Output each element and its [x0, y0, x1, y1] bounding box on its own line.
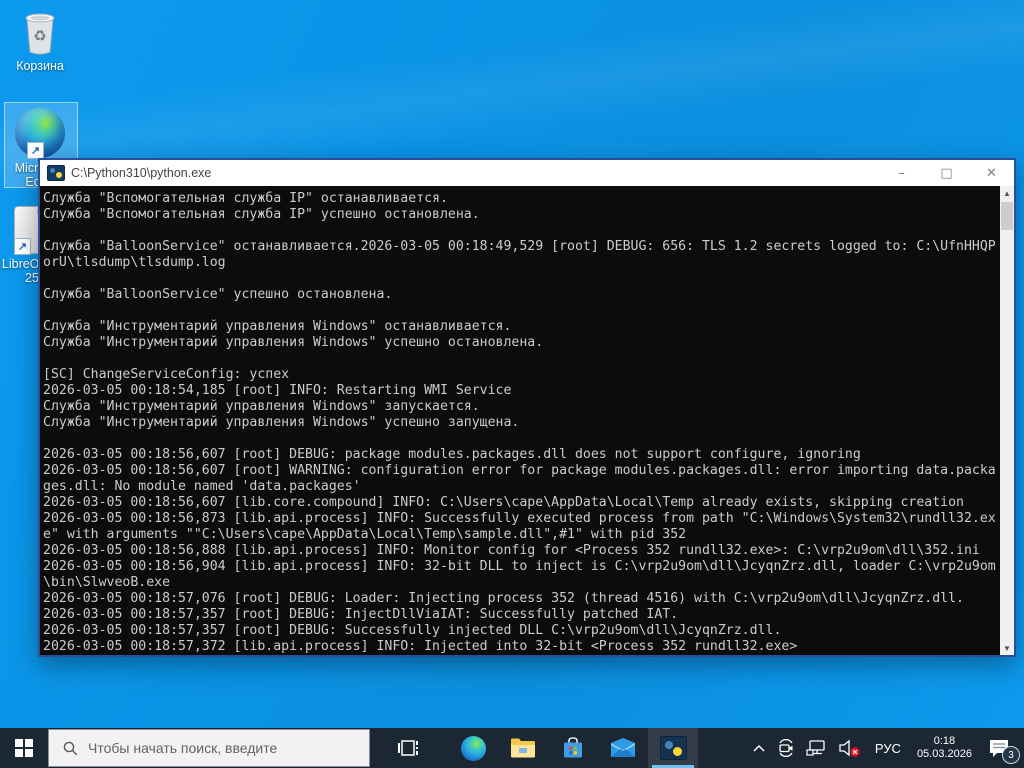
windows-logo-icon: [15, 739, 33, 757]
taskbar-edge-button[interactable]: [448, 728, 498, 768]
minimize-button[interactable]: –: [879, 160, 924, 186]
console-line: Служба "BalloonService" успешно остановл…: [43, 287, 393, 302]
console-line: Служба "BalloonService" останавливается.…: [43, 239, 996, 254]
console-line: [SC] ChangeServiceConfig: успех: [43, 367, 290, 382]
task-view-button[interactable]: [384, 728, 434, 768]
task-view-icon: [398, 740, 418, 756]
taskbar-search-input[interactable]: Чтобы начать поиск, введите: [48, 729, 370, 767]
python-console-icon: [659, 736, 687, 760]
search-icon: [63, 741, 78, 755]
taskbar-mail-button[interactable]: [598, 728, 648, 768]
taskbar-python-console-button[interactable]: [648, 728, 698, 768]
taskbar-file-explorer-button[interactable]: [498, 728, 548, 768]
console-line: 2026-03-05 00:18:57,372 [lib.api.process…: [43, 639, 798, 654]
console-line: e" with arguments ""C:\Users\cape\AppDat…: [43, 527, 687, 542]
console-line: 2026-03-05 00:18:56,607 [root] DEBUG: pa…: [43, 447, 861, 462]
console-line: ges.dll: No module named 'data.packages': [43, 479, 361, 494]
shortcut-arrow-icon: ↗: [14, 238, 31, 255]
network-ethernet-icon: [806, 740, 825, 756]
console-line: \bin\SlwveoB.exe: [43, 575, 171, 590]
taskbar-store-button[interactable]: [548, 728, 598, 768]
python-console-icon: [47, 165, 65, 181]
desktop-icon-recycle-bin[interactable]: ♻ Корзина: [2, 8, 78, 73]
tray-show-hidden-icons-button[interactable]: [747, 728, 771, 768]
window-title: C:\Python310\python.exe: [71, 166, 212, 180]
tray-volume-button[interactable]: [833, 728, 867, 768]
recycle-bin-icon: ♻: [25, 13, 55, 55]
camera-meet-now-icon: [779, 739, 793, 757]
console-line: 2026-03-05 00:18:56,888 [lib.api.process…: [43, 543, 980, 558]
file-explorer-icon: [511, 738, 535, 758]
shortcut-arrow-icon: ↗: [27, 142, 44, 159]
svg-text:♻: ♻: [33, 27, 46, 45]
recycle-bin-label: Корзина: [16, 59, 64, 73]
microsoft-store-icon: [564, 737, 582, 758]
close-button[interactable]: ✕: [969, 160, 1014, 186]
console-line: 2026-03-05 00:18:57,076 [root] DEBUG: Lo…: [43, 591, 964, 606]
taskbar: Чтобы начать поиск, введите РУС 0:18 05.…: [0, 728, 1024, 768]
maximize-button[interactable]: □: [924, 160, 969, 186]
console-window: C:\Python310\python.exe – □ ✕ Служба "Вс…: [38, 158, 1016, 657]
console-line: Служба "Инструментарий управления Window…: [43, 399, 480, 414]
console-line: 2026-03-05 00:18:56,904 [lib.api.process…: [43, 559, 996, 574]
console-line: orU\tlsdump\tlsdump.log: [43, 255, 226, 270]
scroll-down-icon[interactable]: ▼: [1000, 641, 1014, 655]
tray-date: 05.03.2026: [916, 748, 972, 760]
start-button[interactable]: [0, 728, 48, 768]
console-line: 2026-03-05 00:18:56,607 [root] WARNING: …: [43, 463, 996, 478]
console-line: 2026-03-05 00:18:57,357 [root] DEBUG: Su…: [43, 623, 782, 638]
window-titlebar[interactable]: C:\Python310\python.exe – □ ✕: [40, 160, 1014, 186]
tray-time: 0:18: [933, 735, 956, 747]
scroll-up-icon[interactable]: ▲: [1000, 186, 1014, 200]
console-line: Служба "Вспомогательная служба IP" успеш…: [43, 207, 480, 222]
tray-network-button[interactable]: [801, 728, 833, 768]
tray-language-indicator[interactable]: РУС: [867, 741, 909, 756]
console-line: 2026-03-05 00:18:57,357 [root] DEBUG: In…: [43, 607, 679, 622]
notification-badge: 3: [1002, 746, 1020, 764]
search-placeholder: Чтобы начать поиск, введите: [88, 740, 278, 756]
tray-meet-now-button[interactable]: [771, 728, 801, 768]
chevron-up-icon: [753, 744, 765, 752]
console-line: 2026-03-05 00:18:54,185 [root] INFO: Res…: [43, 383, 512, 398]
tray-clock[interactable]: 0:18 05.03.2026: [909, 735, 980, 761]
scrollbar[interactable]: ▲ ▼: [1000, 186, 1014, 655]
console-output: Служба "Вспомогательная служба IP" остан…: [40, 186, 1000, 655]
edge-icon: [460, 735, 486, 761]
console-line: Служба "Инструментарий управления Window…: [43, 335, 544, 350]
console-line: Служба "Инструментарий управления Window…: [43, 319, 512, 334]
speaker-muted-icon: [839, 739, 860, 757]
console-line: 2026-03-05 00:18:56,607 [lib.core.compou…: [43, 495, 964, 510]
mail-icon: [611, 738, 635, 757]
console-line: Служба "Инструментарий управления Window…: [43, 415, 520, 430]
action-center-button[interactable]: 3: [980, 728, 1024, 768]
console-line: 2026-03-05 00:18:56,873 [lib.api.process…: [43, 511, 996, 526]
console-line: Служба "Вспомогательная служба IP" остан…: [43, 191, 448, 206]
scrollbar-thumb[interactable]: [1001, 202, 1013, 230]
